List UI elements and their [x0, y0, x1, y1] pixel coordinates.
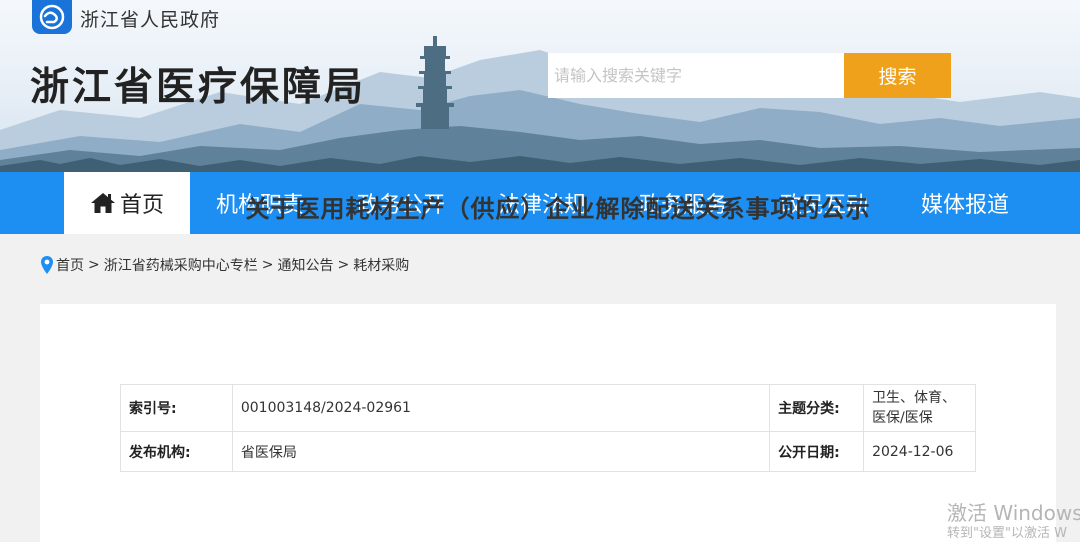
index-value: 001003148/2024-02961 — [231, 384, 771, 432]
date-value: 2024-12-06 — [863, 431, 976, 472]
location-pin-icon — [40, 255, 54, 275]
publisher-value: 省医保局 — [231, 431, 771, 472]
windows-activation-watermark: 激活 Windows 转到"设置"以激活 W — [947, 500, 1080, 542]
header-banner: 浙江省人民政府 浙江省医疗保障局 搜索 — [0, 0, 1080, 172]
gov-logo-icon[interactable] — [32, 0, 72, 34]
search-input[interactable] — [548, 53, 844, 98]
site-title[interactable]: 浙江省医疗保障局 — [30, 56, 366, 112]
gov-name-link[interactable]: 浙江省人民政府 — [80, 5, 220, 32]
search-button[interactable]: 搜索 — [844, 53, 951, 98]
breadcrumb-separator: > — [88, 257, 100, 273]
index-label: 索引号: — [120, 384, 233, 432]
topic-value: 卫生、体育、医保/医保 — [863, 384, 976, 432]
content-card: 索引号: 001003148/2024-02961 主题分类: 卫生、体育、医保… — [40, 304, 1056, 542]
breadcrumb-separator: > — [337, 257, 350, 273]
breadcrumb-separator: > — [261, 257, 274, 273]
watermark-line2: 转到"设置"以激活 W — [947, 526, 1067, 541]
publisher-label: 发布机构: — [120, 431, 233, 472]
breadcrumb-notice-link[interactable]: 通知公告 — [277, 255, 333, 275]
breadcrumb-consumables-link[interactable]: 耗材采购 — [353, 255, 409, 275]
breadcrumb-home-link[interactable]: 首页 — [56, 255, 84, 275]
watermark-line1: 激活 Windows — [947, 501, 1080, 525]
article-title: 关于医用耗材生产（供应）企业解除配送关系事项的公示 — [245, 195, 871, 223]
date-label: 公开日期: — [769, 431, 865, 472]
document-meta-table: 索引号: 001003148/2024-02961 主题分类: 卫生、体育、医保… — [120, 384, 976, 472]
breadcrumb: 首页 > 浙江省药械采购中心专栏 > 通知公告 > 耗材采购 — [40, 254, 409, 276]
topic-label: 主题分类: — [769, 384, 865, 432]
breadcrumb-column-link[interactable]: 浙江省药械采购中心专栏 — [104, 255, 258, 275]
